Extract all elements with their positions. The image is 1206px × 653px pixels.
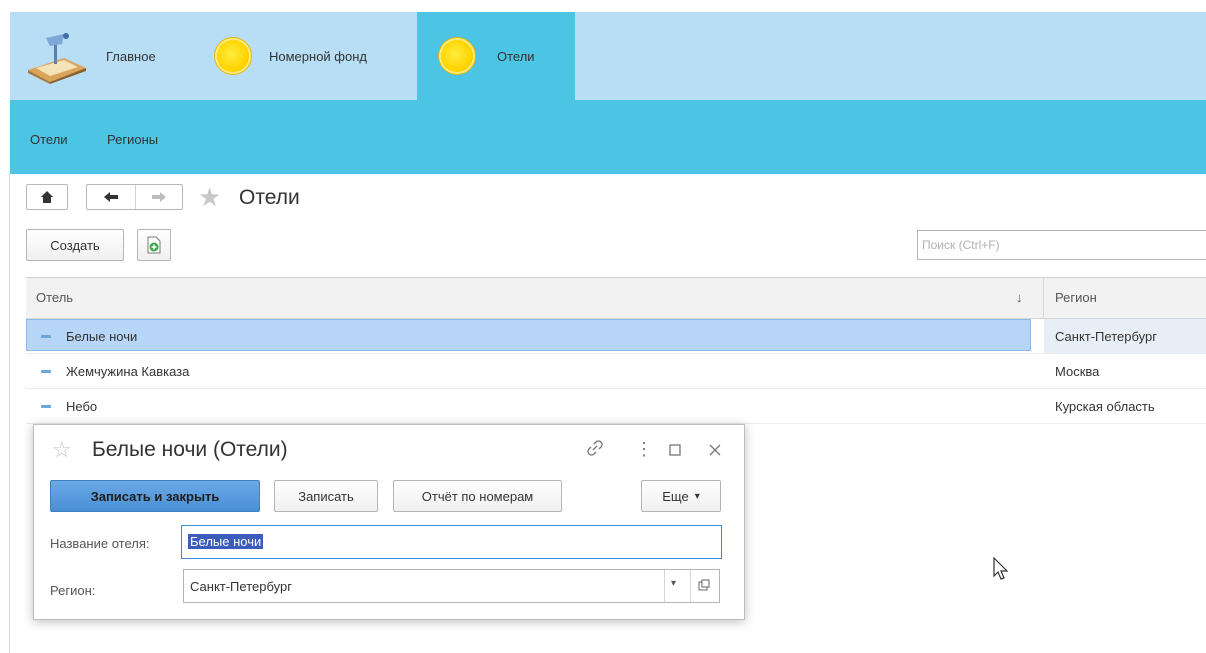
table-row[interactable]: Жемчужина Кавказа Москва	[26, 354, 1206, 389]
section-main-label: Главное	[106, 48, 156, 64]
mouse-cursor-icon	[993, 557, 1009, 580]
element-icon	[41, 370, 51, 373]
dialog-title: Белые ночи (Отели)	[92, 438, 288, 461]
page-title: Отели	[239, 186, 300, 209]
back-button[interactable]	[87, 185, 136, 209]
section-panel: Главное Номерной фонд Отели	[10, 12, 1206, 100]
coin-icon	[215, 38, 251, 74]
section-hotels-label: Отели	[497, 48, 535, 64]
sort-indicator-icon: ↓	[1016, 290, 1023, 305]
section-room-fund-label: Номерной фонд	[269, 48, 367, 64]
history-buttons	[86, 184, 183, 210]
create-button[interactable]: Создать	[26, 229, 124, 261]
table-row[interactable]: Небо Курская область	[26, 389, 1206, 424]
column-region[interactable]: Регион	[1055, 290, 1097, 305]
column-separator	[1043, 278, 1044, 318]
open-icon[interactable]	[698, 579, 710, 594]
subnav-hotels[interactable]: Отели	[30, 132, 68, 147]
chevron-down-icon: ▾	[694, 490, 700, 502]
region-label: Регион:	[50, 583, 96, 598]
save-and-close-button[interactable]: Записать и закрыть	[50, 480, 260, 512]
arrow-right-icon	[151, 192, 166, 202]
close-icon[interactable]	[708, 441, 722, 461]
arrow-left-icon	[103, 192, 118, 202]
section-hotels[interactable]: Отели	[417, 12, 575, 100]
favorite-star-icon[interactable]: ★	[198, 184, 221, 210]
section-room-fund[interactable]: Номерной фонд	[215, 12, 367, 100]
table-header: Отель ↓ Регион	[26, 278, 1206, 319]
more-button[interactable]: Еще ▾	[641, 480, 721, 512]
selection-highlight	[26, 319, 1031, 351]
subnav-regions[interactable]: Регионы	[107, 132, 158, 147]
more-button-label: Еще	[662, 488, 689, 504]
column-hotel[interactable]: Отель	[36, 290, 73, 305]
divider	[664, 570, 665, 602]
save-button[interactable]: Записать	[274, 480, 378, 512]
element-icon	[41, 335, 51, 338]
section-main[interactable]: Главное	[24, 12, 156, 100]
region-select[interactable]: Санкт-Петербург ▾	[183, 569, 720, 603]
forward-button[interactable]	[136, 185, 183, 209]
row-region: Санкт-Петербург	[1055, 329, 1157, 344]
home-button[interactable]	[26, 184, 68, 210]
divider	[9, 174, 10, 653]
dropdown-arrow-icon[interactable]: ▾	[671, 578, 676, 589]
row-hotel-name: Жемчужина Кавказа	[66, 364, 190, 379]
element-icon	[41, 405, 51, 408]
hotel-form-dialog: ☆ Белые ночи (Отели) ⋮ Записать и закрыт…	[33, 424, 745, 620]
hotel-name-label: Название отеля:	[50, 536, 150, 551]
row-region: Москва	[1055, 364, 1100, 379]
table-row[interactable]: Белые ночи Санкт-Петербург	[26, 319, 1206, 354]
favorite-star-icon[interactable]: ☆	[52, 439, 72, 461]
maximize-icon[interactable]	[668, 441, 682, 461]
report-by-rooms-button[interactable]: Отчёт по номерам	[393, 480, 562, 512]
search-input[interactable]	[917, 230, 1206, 260]
desk-lamp-icon	[28, 33, 86, 84]
document-add-icon	[147, 236, 161, 254]
divider	[690, 570, 691, 602]
region-value: Санкт-Петербург	[190, 579, 292, 594]
home-icon	[27, 185, 67, 209]
row-region: Курская область	[1055, 399, 1155, 414]
hotels-table: Отель ↓ Регион Белые ночи Санкт-Петербур…	[26, 277, 1206, 424]
coin-icon	[439, 38, 475, 74]
subnav-panel: Отели Регионы	[10, 100, 1206, 174]
row-hotel-name: Небо	[66, 399, 98, 414]
row-hotel-name: Белые ночи	[66, 329, 138, 344]
hotel-name-field[interactable]: Белые ночи	[181, 525, 722, 559]
hotel-name-value: Белые ночи	[188, 534, 264, 549]
link-icon[interactable]	[586, 439, 604, 461]
add-from-template-button[interactable]	[137, 229, 171, 261]
more-options-icon[interactable]: ⋮	[635, 439, 653, 459]
